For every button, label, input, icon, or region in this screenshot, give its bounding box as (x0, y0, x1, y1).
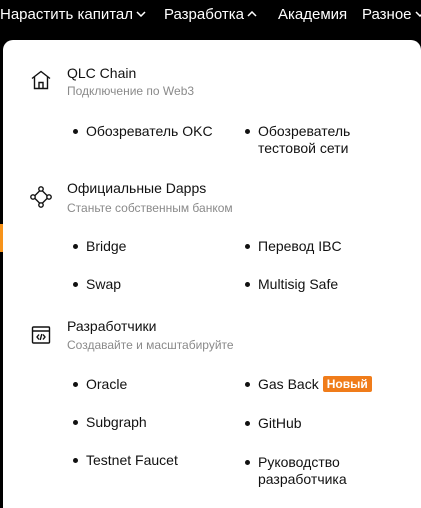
link-testnet-faucet[interactable]: Testnet Faucet (73, 452, 178, 469)
bullet-icon (73, 244, 78, 249)
chevron-down-icon (136, 11, 146, 17)
link-swap-label: Swap (86, 276, 122, 292)
link-swap[interactable]: Swap (73, 276, 121, 293)
network-nodes-icon (29, 185, 53, 209)
nav-academy-label: Академия (278, 6, 348, 23)
link-okc-explorer[interactable]: Обозреватель OKC (73, 123, 213, 140)
chevron-down-icon (415, 11, 421, 17)
link-gas-back[interactable]: Gas Back Новый (245, 376, 395, 393)
chevron-up-icon (247, 10, 257, 17)
section-title-qlc-chain: QLC Chain (67, 65, 137, 81)
link-github-label: GitHub (258, 415, 302, 431)
bullet-icon (245, 421, 250, 426)
development-dropdown-panel: QLC Chain Подключение по Web3 Обозревате… (3, 40, 421, 508)
bullet-icon (245, 244, 250, 249)
nav-academy[interactable]: Академия (278, 6, 347, 24)
section-subtitle-official-dapps: Станьте собственным банком (67, 201, 233, 215)
bullet-icon (73, 129, 78, 134)
link-gas-back-label: Gas Back (258, 376, 319, 392)
nav-grow-capital[interactable]: Нарастить капитал (0, 6, 146, 24)
link-multisig-safe-label: Multisig Safe (258, 276, 339, 292)
link-ibc-transfer-label: Перевод IBC (258, 238, 342, 254)
bullet-icon (245, 129, 250, 134)
bullet-icon (73, 382, 78, 387)
link-oracle-label: Oracle (86, 376, 128, 392)
code-window-icon (29, 323, 53, 347)
link-multisig-safe[interactable]: Multisig Safe (245, 276, 395, 293)
new-badge: Новый (322, 376, 372, 392)
link-okc-explorer-label: Обозреватель OKC (86, 123, 213, 139)
link-bridge[interactable]: Bridge (73, 238, 126, 255)
nav-misc-label: Разное (362, 6, 412, 23)
nav-grow-capital-label: Нарастить капитал (0, 6, 133, 23)
link-subgraph-label: Subgraph (86, 414, 147, 430)
section-title-official-dapps: Официальные Dapps (67, 180, 207, 196)
bullet-icon (245, 460, 250, 465)
section-subtitle-qlc-chain: Подключение по Web3 (67, 84, 195, 98)
nav-misc[interactable]: Разное (362, 6, 421, 24)
section-subtitle-developers: Создавайте и масштабируйте (67, 338, 234, 352)
link-testnet-faucet-label: Testnet Faucet (86, 452, 178, 468)
bullet-icon (245, 282, 250, 287)
bullet-icon (73, 420, 78, 425)
link-developer-guide[interactable]: Руководство разработчика (245, 454, 363, 488)
section-title-developers: Разработчики (67, 318, 157, 334)
link-github[interactable]: GitHub (245, 415, 395, 432)
link-bridge-label: Bridge (86, 238, 127, 254)
top-navigation: Нарастить капитал Разработка Академия Ра… (0, 0, 421, 31)
link-subgraph[interactable]: Subgraph (73, 414, 147, 431)
nav-development-label: Разработка (164, 6, 244, 23)
bullet-icon (73, 282, 78, 287)
link-testnet-explorer[interactable]: Обозреватель тестовой сети (245, 123, 363, 157)
nav-development[interactable]: Разработка (164, 6, 257, 24)
link-testnet-explorer-label: Обозреватель тестовой сети (258, 123, 351, 156)
link-ibc-transfer[interactable]: Перевод IBC (245, 238, 395, 255)
bullet-icon (245, 382, 250, 387)
bullet-icon (73, 458, 78, 463)
link-oracle[interactable]: Oracle (73, 376, 127, 393)
link-developer-guide-label: Руководство разработчика (258, 454, 347, 487)
home-icon (29, 68, 53, 92)
